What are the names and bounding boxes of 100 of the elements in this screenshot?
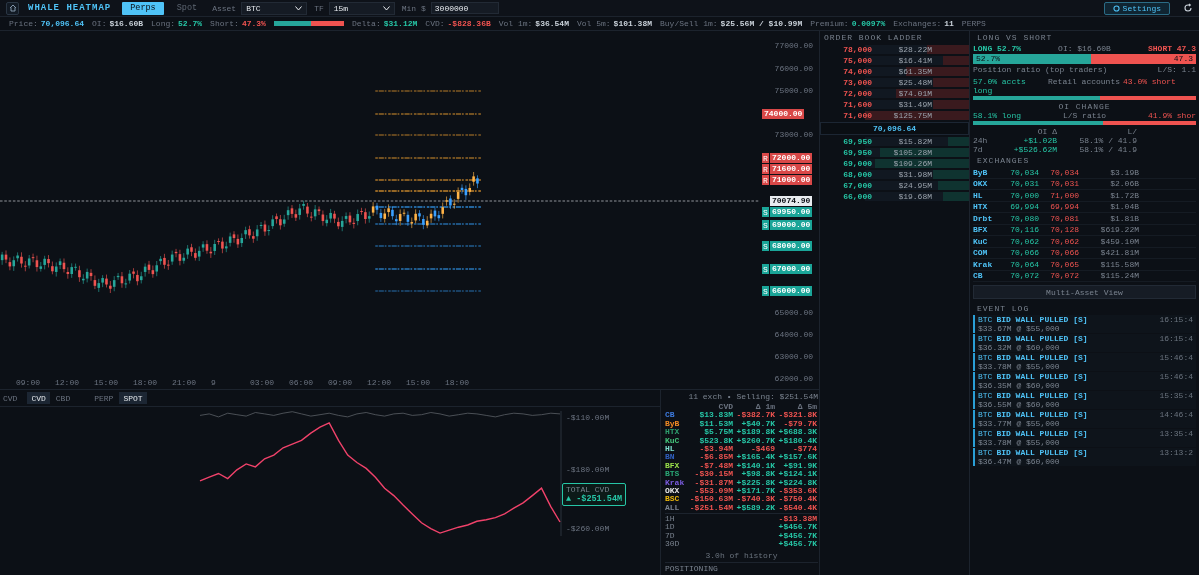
stat-label: Delta: (351, 19, 381, 28)
ask-size: $61.35M (897, 67, 932, 76)
level-badge: S (762, 207, 769, 217)
min-size-field[interactable]: 3000000 (430, 2, 499, 14)
stat-label: Long: (151, 19, 176, 28)
caption: Position ratio (top traders) (973, 65, 1108, 74)
bid-price: 70,062 (1009, 236, 1039, 246)
stat-value: -$828.36B (447, 19, 491, 28)
tab[interactable]: Perps (122, 1, 164, 15)
event-time: 15:35:4 (1159, 391, 1193, 400)
event-card[interactable]: BTC BID WALL PULLED [S] 13:13:2 $36.47M @ $60,000 (973, 448, 1196, 466)
event-detail: $36.47M @ $60,000 (978, 457, 1061, 466)
column-header: Δ 1m (754, 403, 775, 412)
exchange-name: BN (665, 453, 676, 462)
axis-label: -$260.00M (566, 523, 610, 533)
ask-size: $28.22M (897, 45, 932, 54)
axis-label: 09:00 (16, 378, 41, 387)
axis-label: -$180.00M (566, 464, 610, 474)
table-cell-text: -$740.3K (735, 495, 775, 504)
event-card[interactable]: BTC BID WALL PULLED [S] 16:15:4 $36.32M @ $60,000 (973, 334, 1196, 352)
event-card[interactable]: BTC BID WALL PULLED [S] 16:15:4 $33.67M @ $55,000 (973, 315, 1196, 333)
bid-size: $24.95M (897, 181, 932, 190)
table-cell-text: +$526.62M (1012, 145, 1057, 154)
ask-size: $31.49M (897, 100, 932, 109)
mode-toggle[interactable]: CVD (27, 392, 50, 404)
event-card[interactable]: BTC BID WALL PULLED [S] 15:46:4 $36.35M @ $60,000 (973, 372, 1196, 390)
stat-label: Buy/Sell 1m: (660, 19, 718, 28)
bid-price: 66,000 (842, 192, 872, 201)
open-interest: $1.72B (1109, 190, 1139, 200)
table-cell-text: +$98.8K (740, 470, 775, 479)
exchange-name: KuC (665, 436, 681, 445)
field-label: Min $ (401, 3, 426, 13)
market-toggle[interactable]: SPOT (119, 392, 147, 404)
table-cell-text: -$6.85M (698, 453, 733, 462)
table-cell-text: -$79.7K (782, 419, 817, 429)
event-card[interactable]: BTC BID WALL PULLED [S] 15:46:4 $33.78M @ $55,000 (973, 353, 1196, 371)
price-tag: 70074.90 (770, 196, 813, 206)
panel-title: EVENT LOG (976, 303, 1031, 315)
bid-price: 70,066 (1009, 248, 1039, 258)
event-title: BID WALL PULLED [S] (996, 448, 1088, 457)
event-card[interactable]: BTC BID WALL PULLED [S] 13:35:4 $33.78M @ $55,000 (973, 429, 1196, 447)
timeframe-select[interactable]: 15m (328, 1, 395, 15)
table-cell-text: $13.83M (698, 411, 733, 420)
caption: Retail accounts (1048, 77, 1121, 88)
bid-size: $31.98M (897, 170, 932, 179)
table-cell-text: +$456.7K (777, 523, 817, 532)
ask-price: 73,000 (842, 78, 872, 87)
exchange-name: HL (665, 444, 676, 454)
table-cell-text: +$140.1K (735, 461, 775, 471)
event-title: BID WALL PULLED [S] (996, 353, 1088, 362)
period-label: 24h (973, 136, 989, 145)
table-cell-text: +$189.8K (735, 428, 775, 437)
open-interest: OI: $16.60B (1058, 44, 1111, 53)
ratio-text: L/S: 1.1 (1157, 65, 1196, 74)
bid-price: 69,950 (842, 148, 872, 157)
bid-size: $105.28M (892, 148, 932, 157)
asset-select[interactable]: BTC (241, 1, 308, 15)
event-detail: $36.35M @ $60,000 (978, 381, 1061, 390)
multi-asset-button[interactable]: Multi-Asset View (973, 285, 1196, 299)
axis-label: 65000.00 (774, 308, 813, 317)
field-label: Asset (212, 3, 237, 13)
exchange-name: Drbt (973, 213, 994, 223)
home-button[interactable] (6, 1, 19, 15)
period-label: 1D (665, 523, 676, 532)
open-interest: $1.81B (1109, 213, 1139, 223)
table-cell-text: 58.1% / 41.9 (1078, 136, 1137, 145)
price-tag: 68000.00 (770, 241, 813, 251)
event-detail: $33.78M @ $55,000 (978, 438, 1061, 447)
event-time: 13:13:2 (1159, 448, 1193, 457)
refresh-icon[interactable] (1183, 3, 1193, 13)
ask-price: 74,000 (842, 67, 872, 76)
mode-toggle[interactable]: CBD (51, 392, 75, 404)
asset-label: BTC (978, 353, 993, 362)
stat-value: $101.38M (613, 19, 652, 28)
summary-text: 11 exch • Selling: $251.54M (688, 392, 818, 401)
column-header: CVD (717, 403, 733, 412)
long-share: 57.0% accts long (973, 77, 1027, 95)
market-toggle[interactable]: PERP (90, 392, 118, 404)
total-cvd-badge: TOTAL CVD ▲ -$251.54M (562, 483, 627, 506)
short-share: 41.9% shor (1148, 111, 1196, 120)
exchange-name: BFX (973, 225, 989, 235)
asset-label: BTC (978, 448, 993, 457)
open-interest: $3.19B (1109, 167, 1139, 177)
bid-price: 70,034 (1009, 167, 1039, 177)
axis-label: 15:00 (94, 378, 119, 387)
table-cell-text: $523.8K (698, 436, 733, 445)
bid-price: 69,950 (842, 137, 872, 146)
event-card[interactable]: BTC BID WALL PULLED [S] 15:35:4 $36.55M @ $60,000 (973, 391, 1196, 409)
event-title: BID WALL PULLED [S] (996, 429, 1088, 438)
column-header: OI Δ (1036, 127, 1057, 136)
caption: L/S ratio (1062, 111, 1107, 120)
price-tag: 71000.00 (770, 175, 813, 185)
level-badge: S (762, 286, 769, 296)
settings-button[interactable]: Settings (1103, 1, 1170, 15)
event-title: BID WALL PULLED [S] (996, 334, 1088, 343)
ask-price: 70,065 (1049, 259, 1079, 269)
exchange-name: Krak (973, 259, 994, 269)
axis-label: 63000.00 (774, 352, 813, 361)
event-card[interactable]: BTC BID WALL PULLED [S] 14:46:4 $33.77M @ $55,000 (973, 410, 1196, 428)
axis-label: 18:00 (445, 378, 470, 387)
